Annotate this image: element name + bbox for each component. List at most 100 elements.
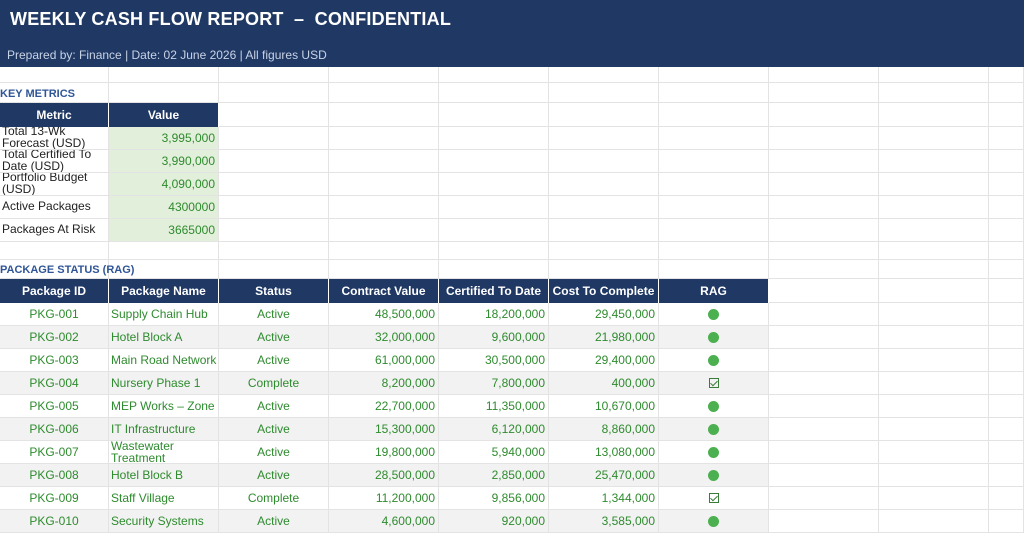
package-name-cell[interactable]: Main Road Network <box>109 349 219 372</box>
grid-cell[interactable] <box>769 150 879 173</box>
grid-cell[interactable] <box>769 103 879 127</box>
certified-to-date-cell[interactable]: 2,850,000 <box>439 464 549 487</box>
grid-cell[interactable] <box>879 83 989 103</box>
package-id-cell[interactable]: PKG-002 <box>0 326 109 349</box>
grid-cell[interactable] <box>549 242 659 260</box>
grid-cell[interactable] <box>879 260 989 279</box>
package-id-cell[interactable]: PKG-003 <box>0 349 109 372</box>
grid-cell[interactable] <box>549 67 659 83</box>
grid-cell[interactable] <box>659 103 769 127</box>
grid-cell[interactable] <box>219 173 329 196</box>
cost-to-complete-cell[interactable]: 29,400,000 <box>549 349 659 372</box>
grid-cell[interactable] <box>769 127 879 150</box>
key-metrics-header-metric[interactable]: Metric <box>0 103 109 127</box>
grid-cell[interactable] <box>439 67 549 83</box>
grid-cell[interactable] <box>879 150 989 173</box>
metric-name[interactable]: Total Certified To Date (USD) <box>0 150 109 173</box>
status-cell[interactable]: Active <box>219 349 329 372</box>
grid-cell[interactable] <box>659 83 769 103</box>
cost-to-complete-cell[interactable]: 400,000 <box>549 372 659 395</box>
grid-cell[interactable] <box>989 372 1024 395</box>
grid-cell[interactable] <box>329 219 439 242</box>
grid-cell[interactable] <box>659 242 769 260</box>
spreadsheet-grid[interactable]: KEY METRICS Metric Value Total 13-Wk Foreca… <box>0 67 1024 533</box>
header-rag[interactable]: RAG <box>659 279 769 303</box>
cost-to-complete-cell[interactable]: 10,670,000 <box>549 395 659 418</box>
grid-cell[interactable] <box>879 441 989 464</box>
grid-cell[interactable] <box>549 219 659 242</box>
grid-cell[interactable] <box>0 67 109 83</box>
grid-cell[interactable] <box>879 279 989 303</box>
grid-cell[interactable] <box>879 372 989 395</box>
grid-cell[interactable] <box>989 242 1024 260</box>
grid-cell[interactable] <box>219 260 329 279</box>
grid-cell[interactable] <box>329 127 439 150</box>
certified-to-date-cell[interactable]: 11,350,000 <box>439 395 549 418</box>
package-id-cell[interactable]: PKG-006 <box>0 418 109 441</box>
grid-cell[interactable] <box>769 83 879 103</box>
grid-cell[interactable] <box>769 242 879 260</box>
cost-to-complete-cell[interactable]: 25,470,000 <box>549 464 659 487</box>
status-cell[interactable]: Active <box>219 326 329 349</box>
grid-cell[interactable] <box>769 418 879 441</box>
grid-cell[interactable] <box>549 103 659 127</box>
grid-cell[interactable] <box>989 487 1024 510</box>
grid-cell[interactable] <box>219 150 329 173</box>
rag-cell[interactable] <box>659 487 769 510</box>
grid-cell[interactable] <box>219 242 329 260</box>
package-name-cell[interactable]: MEP Works – Zone 2 <box>109 395 219 418</box>
metric-value[interactable]: 3,995,000 <box>109 127 219 150</box>
contract-value-cell[interactable]: 19,800,000 <box>329 441 439 464</box>
grid-cell[interactable] <box>879 173 989 196</box>
grid-cell[interactable] <box>0 242 109 260</box>
grid-cell[interactable] <box>879 103 989 127</box>
grid-cell[interactable] <box>439 219 549 242</box>
grid-cell[interactable] <box>879 395 989 418</box>
grid-cell[interactable] <box>989 464 1024 487</box>
metric-value[interactable]: 4300000 <box>109 196 219 219</box>
rag-cell[interactable] <box>659 372 769 395</box>
grid-cell[interactable] <box>879 349 989 372</box>
header-cost-to-complete[interactable]: Cost To Complete <box>549 279 659 303</box>
grid-cell[interactable] <box>659 150 769 173</box>
grid-cell[interactable] <box>879 127 989 150</box>
grid-cell[interactable] <box>659 196 769 219</box>
grid-cell[interactable] <box>879 326 989 349</box>
certified-to-date-cell[interactable]: 9,600,000 <box>439 326 549 349</box>
grid-cell[interactable] <box>439 242 549 260</box>
package-name-cell[interactable]: IT Infrastructure <box>109 418 219 441</box>
package-id-cell[interactable]: PKG-007 <box>0 441 109 464</box>
rag-cell[interactable] <box>659 303 769 326</box>
header-package-name[interactable]: Package Name <box>109 279 219 303</box>
rag-cell[interactable] <box>659 464 769 487</box>
grid-cell[interactable] <box>329 242 439 260</box>
grid-cell[interactable] <box>769 260 879 279</box>
grid-cell[interactable] <box>989 83 1024 103</box>
status-cell[interactable]: Complete <box>219 372 329 395</box>
grid-cell[interactable] <box>769 279 879 303</box>
grid-cell[interactable] <box>989 349 1024 372</box>
contract-value-cell[interactable]: 48,500,000 <box>329 303 439 326</box>
metric-name[interactable]: Portfolio Budget (USD) <box>0 173 109 196</box>
status-cell[interactable]: Active <box>219 441 329 464</box>
grid-cell[interactable] <box>439 173 549 196</box>
grid-cell[interactable] <box>439 103 549 127</box>
certified-to-date-cell[interactable]: 30,500,000 <box>439 349 549 372</box>
grid-cell[interactable] <box>549 150 659 173</box>
grid-cell[interactable] <box>769 372 879 395</box>
grid-cell[interactable] <box>329 260 439 279</box>
rag-cell[interactable] <box>659 349 769 372</box>
grid-cell[interactable] <box>769 326 879 349</box>
grid-cell[interactable] <box>549 260 659 279</box>
grid-cell[interactable] <box>989 326 1024 349</box>
package-id-cell[interactable]: PKG-001 <box>0 303 109 326</box>
header-certified-to-date[interactable]: Certified To Date <box>439 279 549 303</box>
grid-cell[interactable] <box>769 173 879 196</box>
package-name-cell[interactable]: Hotel Block B <box>109 464 219 487</box>
grid-cell[interactable] <box>879 196 989 219</box>
metric-name[interactable]: Total 13-Wk Forecast (USD) <box>0 127 109 150</box>
grid-cell[interactable] <box>989 260 1024 279</box>
grid-cell[interactable] <box>989 150 1024 173</box>
grid-cell[interactable] <box>769 464 879 487</box>
grid-cell[interactable] <box>879 464 989 487</box>
